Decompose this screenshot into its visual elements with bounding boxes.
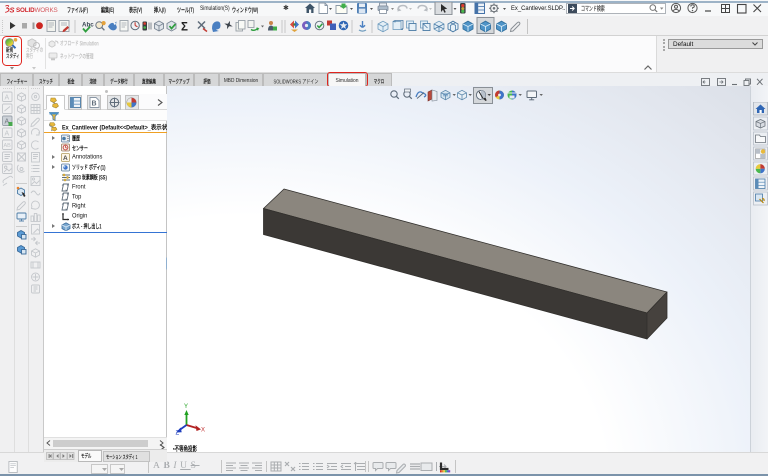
svg-text:AB: AB bbox=[4, 143, 12, 149]
svg-text:X: X bbox=[201, 428, 205, 434]
svg-text:Σ: Σ bbox=[181, 22, 188, 34]
svg-text:SOLIDWORKS: SOLIDWORKS bbox=[16, 7, 58, 14]
svg-text:Y: Y bbox=[184, 404, 188, 410]
svg-text:B: B bbox=[92, 101, 97, 108]
svg-text:S: S bbox=[10, 6, 15, 15]
svg-text:A: A bbox=[5, 95, 10, 102]
svg-text:A: A bbox=[5, 131, 10, 138]
svg-text:A: A bbox=[63, 155, 68, 162]
svg-text:Z: Z bbox=[176, 431, 180, 437]
